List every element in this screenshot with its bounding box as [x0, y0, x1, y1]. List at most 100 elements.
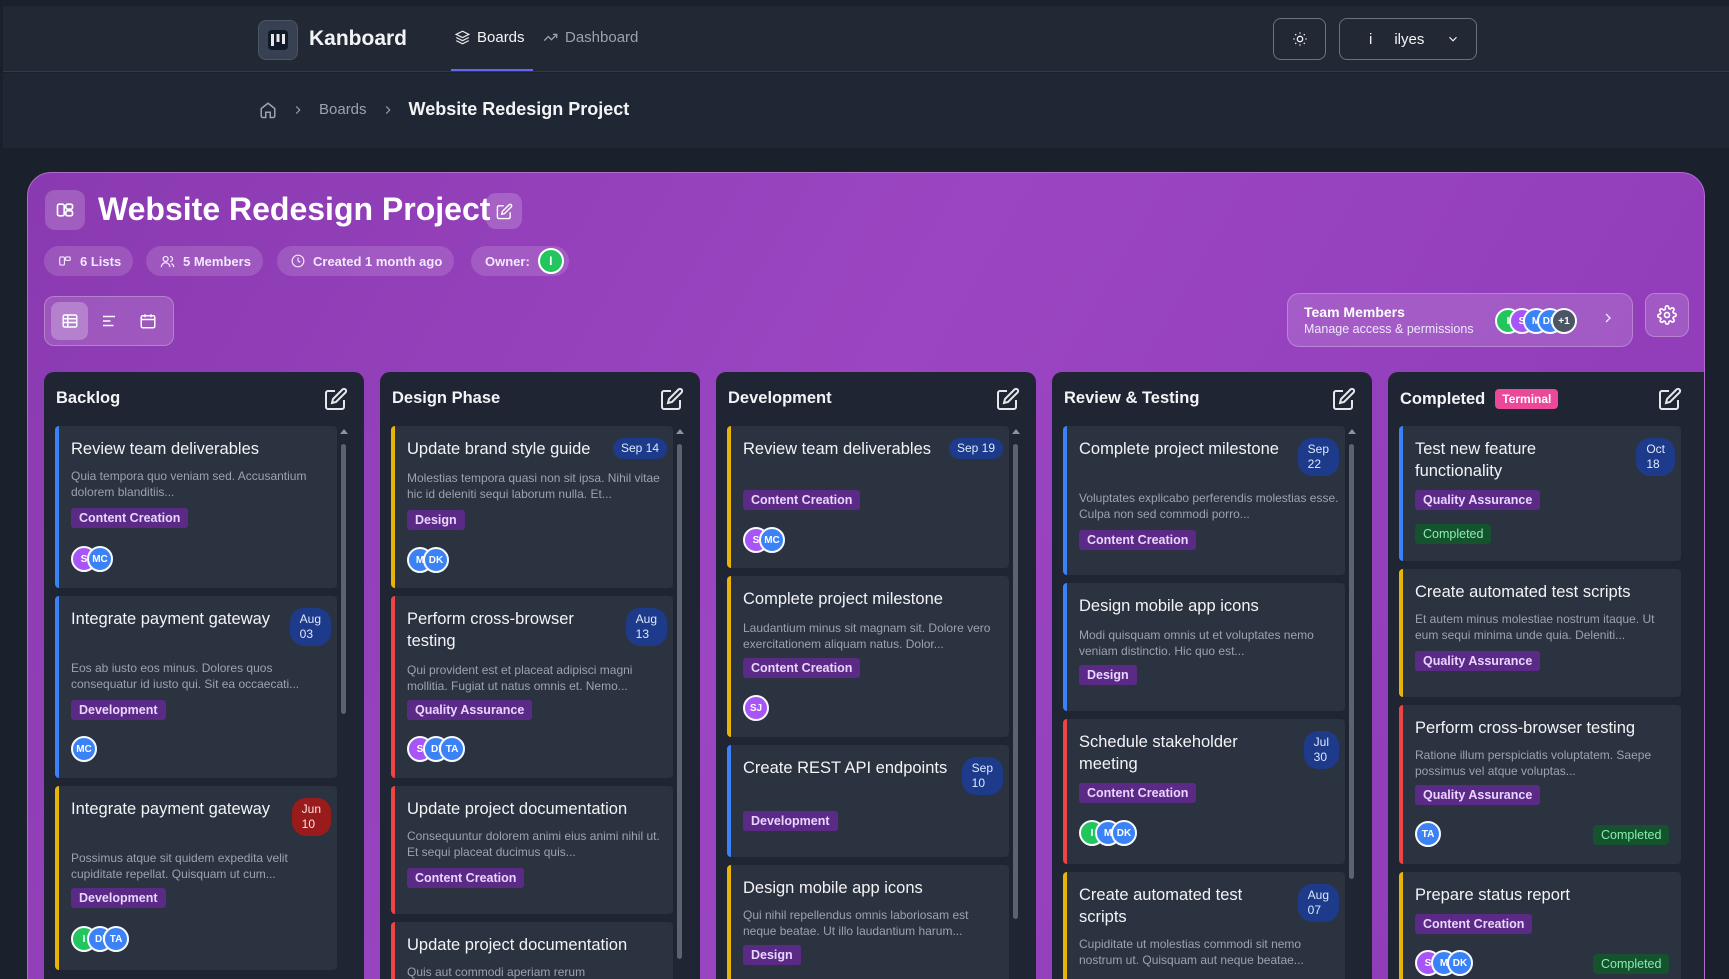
- task-card[interactable]: Schedule stakeholder meeting Jul 30 Conte…: [1063, 719, 1345, 864]
- calendar-icon: [140, 314, 156, 329]
- members-count: 5 Members: [183, 253, 251, 269]
- card-tag[interactable]: Design: [743, 945, 801, 965]
- scrollbar-thumb[interactable]: [341, 444, 346, 714]
- scrollbar-thumb[interactable]: [1013, 444, 1018, 919]
- kanboard-logo-icon[interactable]: [258, 20, 298, 60]
- edit-column-button[interactable]: [322, 385, 350, 413]
- scrollbar-thumb[interactable]: [1349, 444, 1354, 879]
- task-card[interactable]: Test new feature functionality Oct 18 Qua…: [1399, 426, 1681, 561]
- completed-status-badge: Completed: [1593, 954, 1670, 974]
- card-title: Integrate payment gateway: [71, 610, 271, 628]
- scroll-up-arrow[interactable]: [676, 429, 684, 434]
- due-day: 07: [1307, 903, 1321, 917]
- due-month: Aug: [635, 612, 657, 626]
- card-tag[interactable]: Design: [407, 510, 465, 530]
- task-card[interactable]: Update project documentation Quis aut co…: [391, 922, 673, 979]
- scroll-up-arrow[interactable]: [1348, 429, 1356, 434]
- card-tag[interactable]: Development: [71, 888, 166, 908]
- lists-count: 6 Lists: [80, 253, 122, 269]
- scrollbar-thumb[interactable]: [677, 444, 682, 959]
- card-tag[interactable]: Quality Assurance: [407, 700, 533, 720]
- user-menu-button[interactable]: i ilyes: [1339, 18, 1477, 60]
- avatar: SJ: [743, 695, 769, 721]
- board-view-button[interactable]: [51, 302, 89, 340]
- task-card[interactable]: Update project documentation Consequuntu…: [391, 786, 673, 914]
- card-tag[interactable]: Development: [743, 811, 838, 831]
- card-tag[interactable]: Content Creation: [743, 658, 861, 678]
- card-tag[interactable]: Design: [1079, 665, 1137, 685]
- nav-tab-boards[interactable]: Boards: [455, 29, 525, 46]
- card-title: Update brand style guide: [407, 440, 591, 458]
- task-card[interactable]: Create automated test scripts Aug 07 Cupi…: [1063, 872, 1345, 979]
- card-tag[interactable]: Quality Assurance: [1415, 490, 1541, 510]
- created-text: Created 1 month ago: [313, 253, 443, 269]
- task-card[interactable]: Complete project milestone Sep 22 Volupta…: [1063, 426, 1345, 575]
- card-tag[interactable]: Content Creation: [743, 490, 861, 510]
- due-month: Oct: [1646, 442, 1665, 456]
- board-settings-button[interactable]: [1645, 293, 1689, 337]
- task-card[interactable]: Perform cross-browser testing Aug 13 Qui …: [391, 596, 673, 778]
- card-tag[interactable]: Quality Assurance: [1415, 785, 1541, 805]
- scroll-up-arrow[interactable]: [340, 429, 348, 434]
- edit-icon: [496, 203, 512, 219]
- due-month: Aug: [299, 612, 321, 626]
- team-members-panel[interactable]: Team Members Manage access & permissions…: [1287, 293, 1633, 347]
- card-assignees: MC: [71, 736, 97, 762]
- card-assignees: S MC: [71, 546, 113, 572]
- due-month: Sep: [1307, 442, 1329, 456]
- task-card[interactable]: Create automated test scripts Et autem m…: [1399, 569, 1681, 697]
- task-card[interactable]: Review team deliverables Sep 19 Content …: [727, 426, 1009, 568]
- theme-toggle-button[interactable]: [1273, 18, 1326, 60]
- due-month: Jul: [1313, 735, 1329, 749]
- list-view-button[interactable]: [90, 302, 127, 340]
- task-card[interactable]: Integrate payment gateway Jun 10 Possimus…: [55, 786, 337, 970]
- task-card[interactable]: Design mobile app icons Modi quisquam om…: [1063, 583, 1345, 711]
- task-card[interactable]: Prepare status report Content Creation S…: [1399, 872, 1681, 979]
- edit-board-button[interactable]: [486, 193, 522, 229]
- task-card[interactable]: Perform cross-browser testing Ratione il…: [1399, 705, 1681, 864]
- column-title-text: Backlog: [56, 389, 121, 407]
- avatar: DK: [423, 547, 449, 573]
- breadcrumb-boards-link[interactable]: Boards: [319, 101, 367, 118]
- task-card[interactable]: Create REST API endpoints Sep 10 Developm…: [727, 745, 1009, 857]
- breadcrumb: Boards Website Redesign Project: [259, 99, 629, 120]
- home-icon[interactable]: [259, 101, 277, 119]
- owner-badge: Owner: I: [471, 246, 569, 276]
- task-card[interactable]: Update brand style guide Sep 14 Molestia…: [391, 426, 673, 588]
- layers-icon: [455, 30, 470, 45]
- nav-tab-dashboard[interactable]: Dashboard: [543, 29, 638, 46]
- task-card[interactable]: Integrate payment gateway Aug 03 Eos ab i…: [55, 596, 337, 778]
- edit-column-button[interactable]: [994, 385, 1022, 413]
- card-title: Schedule stakeholder meeting: [1079, 733, 1238, 773]
- list-icon: [102, 315, 115, 327]
- owner-avatar[interactable]: I: [537, 248, 564, 274]
- card-tag[interactable]: Content Creation: [1079, 783, 1197, 803]
- chevron-right-icon: [295, 105, 301, 114]
- edit-column-button[interactable]: [1656, 385, 1684, 413]
- task-card[interactable]: Review team deliverables Quia tempora qu…: [55, 426, 337, 588]
- edit-column-button[interactable]: [1330, 385, 1358, 413]
- team-members-title: Team Members: [1304, 304, 1405, 320]
- task-card[interactable]: Complete project milestone Laudantium mi…: [727, 576, 1009, 737]
- card-title: Complete project milestone: [1079, 440, 1279, 458]
- card-description: Consequuntur dolorem animi eius animi ni…: [407, 829, 660, 859]
- card-description: Modi quisquam omnis ut et voluptates nem…: [1079, 628, 1314, 658]
- card-tag[interactable]: Content Creation: [1415, 914, 1533, 934]
- breadcrumb-bar: Boards Website Redesign Project: [3, 73, 1729, 148]
- table-icon: [62, 314, 78, 328]
- card-tag[interactable]: Development: [71, 700, 166, 720]
- edit-column-button[interactable]: [658, 385, 686, 413]
- card-tag[interactable]: Content Creation: [407, 868, 525, 888]
- card-tag[interactable]: Content Creation: [71, 508, 189, 528]
- card-title: Design mobile app icons: [743, 879, 923, 897]
- task-card[interactable]: Design mobile app icons Qui nihil repell…: [727, 865, 1009, 979]
- avatar: TA: [103, 926, 129, 952]
- card-title: Review team deliverables: [71, 440, 260, 458]
- edit-icon: [997, 387, 1020, 410]
- scroll-up-arrow[interactable]: [1012, 429, 1020, 434]
- column-design-phase: Design Phase Update brand style guide Se…: [380, 372, 700, 979]
- app-name[interactable]: Kanboard: [309, 27, 407, 51]
- card-tag[interactable]: Content Creation: [1079, 530, 1197, 550]
- card-tag[interactable]: Quality Assurance: [1415, 651, 1541, 671]
- calendar-view-button[interactable]: [130, 302, 167, 340]
